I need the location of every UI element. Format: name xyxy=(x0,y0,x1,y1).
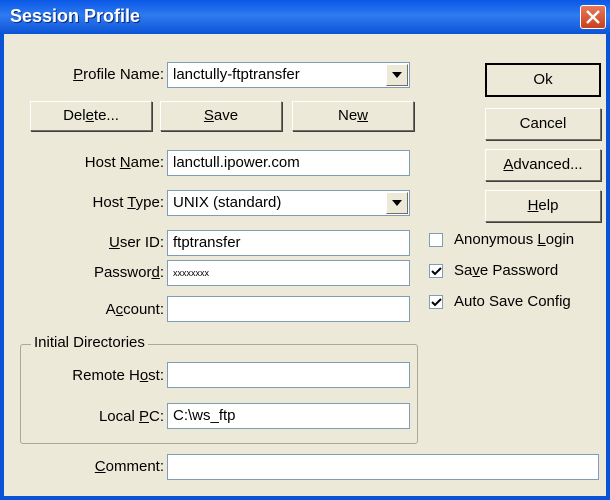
host-type-label: Host Type: xyxy=(92,194,164,211)
save-button[interactable]: Save xyxy=(160,101,282,131)
chevron-down-icon xyxy=(392,72,402,78)
initial-directories-group: Initial Directories xyxy=(20,334,418,444)
checkmark-icon xyxy=(431,298,442,307)
save-password-checkbox[interactable] xyxy=(429,264,443,278)
remote-host-input[interactable] xyxy=(167,362,410,388)
anonymous-login-label[interactable]: Anonymous Login xyxy=(454,231,574,248)
host-name-label: Host Name: xyxy=(84,154,164,171)
checkmark-icon xyxy=(431,267,442,276)
ok-button[interactable]: Ok xyxy=(485,63,601,97)
account-label: Account: xyxy=(105,301,164,318)
title-bar: Session Profile xyxy=(0,0,610,34)
profile-name-combo[interactable]: lanctully-ftptransfer xyxy=(167,62,410,88)
local-pc-label: Local PC: xyxy=(98,408,164,425)
close-icon xyxy=(586,10,600,24)
auto-save-config-label[interactable]: Auto Save Config xyxy=(454,293,571,310)
user-id-input[interactable]: ftptransfer xyxy=(167,230,410,256)
host-name-input[interactable]: lanctull.ipower.com xyxy=(167,150,410,176)
comment-input[interactable] xyxy=(167,454,599,480)
chevron-down-icon xyxy=(392,200,402,206)
account-input[interactable] xyxy=(167,296,410,322)
window-title: Session Profile xyxy=(10,6,141,26)
anonymous-login-checkbox[interactable] xyxy=(429,233,443,247)
host-type-combo[interactable]: UNIX (standard) xyxy=(167,190,410,216)
delete-button[interactable]: Delete... xyxy=(30,101,152,131)
help-button[interactable]: Help xyxy=(485,190,601,222)
cancel-button[interactable]: Cancel xyxy=(485,108,601,140)
comment-label: Comment: xyxy=(94,458,164,475)
close-button[interactable] xyxy=(580,5,606,29)
host-type-value: UNIX (standard) xyxy=(173,194,282,211)
new-button[interactable]: New xyxy=(292,101,414,131)
profile-name-value: lanctully-ftptransfer xyxy=(173,66,300,83)
remote-host-label: Remote Host: xyxy=(72,367,164,384)
user-id-label: User ID: xyxy=(108,234,164,251)
local-pc-input[interactable]: C:\ws_ftp xyxy=(167,403,410,429)
password-input[interactable]: xxxxxxxx xyxy=(167,260,410,286)
profile-name-label: Profile Name: xyxy=(73,66,164,83)
save-password-label[interactable]: Save Password xyxy=(454,262,558,279)
advanced-button[interactable]: Advanced... xyxy=(485,149,601,181)
host-type-dropdown-button[interactable] xyxy=(386,192,408,214)
initial-directories-legend: Initial Directories xyxy=(31,334,148,351)
auto-save-config-checkbox[interactable] xyxy=(429,295,443,309)
profile-dropdown-button[interactable] xyxy=(386,64,408,86)
password-label: Password: xyxy=(93,264,164,281)
